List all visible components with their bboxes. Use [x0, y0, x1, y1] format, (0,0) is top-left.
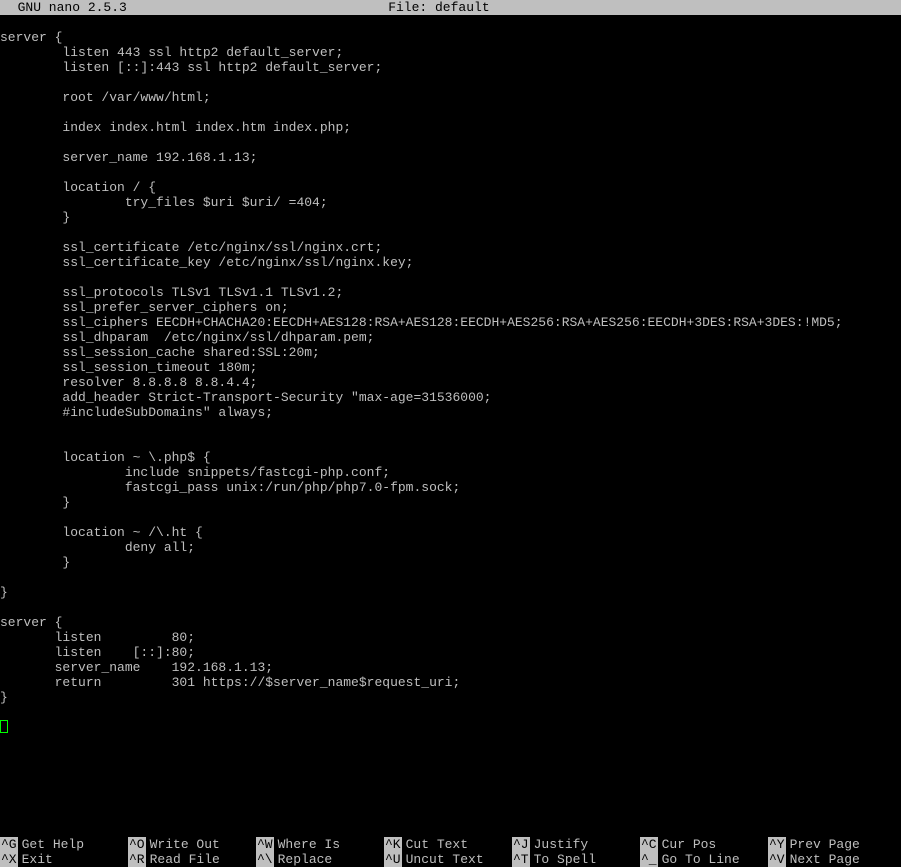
- shortcut-item[interactable]: ^O Write Out: [128, 837, 256, 852]
- cursor-line: [0, 720, 901, 735]
- title-bar: GNU nano 2.5.3 File: default: [0, 0, 901, 15]
- code-line: location ~ /\.ht {: [0, 525, 901, 540]
- code-line: }: [0, 495, 901, 510]
- shortcut-label: Next Page: [790, 852, 860, 867]
- shortcut-item[interactable]: ^C Cur Pos: [640, 837, 768, 852]
- shortcut-label: Read File: [150, 852, 220, 867]
- shortcut-key: ^G: [0, 837, 18, 852]
- code-line: deny all;: [0, 540, 901, 555]
- code-line: index index.html index.htm index.php;: [0, 120, 901, 135]
- code-line: server {: [0, 615, 901, 630]
- shortcut-label: Go To Line: [662, 852, 740, 867]
- code-line: location ~ \.php$ {: [0, 450, 901, 465]
- code-line: ssl_prefer_server_ciphers on;: [0, 300, 901, 315]
- shortcut-item[interactable]: ^X Exit: [0, 852, 128, 867]
- shortcut-row-2: ^X Exit ^R Read File ^\ Replace ^U Uncut Text ^T…: [0, 852, 901, 867]
- code-line: server {: [0, 30, 901, 45]
- shortcut-label: Write Out: [150, 837, 220, 852]
- code-line: }: [0, 690, 901, 705]
- code-line: [0, 270, 901, 285]
- code-line: [0, 600, 901, 615]
- code-line: [0, 420, 901, 435]
- code-line: ssl_protocols TLSv1 TLSv1.1 TLSv1.2;: [0, 285, 901, 300]
- shortcut-item[interactable]: ^R Read File: [128, 852, 256, 867]
- code-line: listen 443 ssl http2 default_server;: [0, 45, 901, 60]
- shortcut-item[interactable]: ^U Uncut Text: [384, 852, 512, 867]
- app-name: GNU nano 2.5.3: [0, 0, 127, 15]
- shortcut-key: ^\: [256, 852, 274, 867]
- cursor: [0, 720, 8, 733]
- shortcut-key: ^O: [128, 837, 146, 852]
- shortcut-label: Justify: [534, 837, 589, 852]
- code-line: [0, 15, 901, 30]
- shortcut-item[interactable]: ^J Justify: [512, 837, 640, 852]
- code-line: [0, 510, 901, 525]
- shortcut-item[interactable]: ^W Where Is: [256, 837, 384, 852]
- code-line: }: [0, 585, 901, 600]
- shortcut-label: Prev Page: [790, 837, 860, 852]
- code-line: include snippets/fastcgi-php.conf;: [0, 465, 901, 480]
- shortcut-key: ^Y: [768, 837, 786, 852]
- file-name: File: default: [127, 0, 751, 15]
- code-line: return 301 https://$server_name$request_…: [0, 675, 901, 690]
- code-line: [0, 135, 901, 150]
- shortcut-item[interactable]: ^Y Prev Page: [768, 837, 896, 852]
- code-line: server_name 192.168.1.13;: [0, 660, 901, 675]
- shortcut-bar: ^G Get Help ^O Write Out ^W Where Is ^K Cut Tex…: [0, 837, 901, 867]
- code-line: [0, 165, 901, 180]
- shortcut-key: ^V: [768, 852, 786, 867]
- code-line: ssl_dhparam /etc/nginx/ssl/dhparam.pem;: [0, 330, 901, 345]
- shortcut-item[interactable]: ^G Get Help: [0, 837, 128, 852]
- code-line: root /var/www/html;: [0, 90, 901, 105]
- code-line: #includeSubDomains" always;: [0, 405, 901, 420]
- shortcut-key: ^W: [256, 837, 274, 852]
- shortcut-label: Replace: [278, 852, 333, 867]
- code-line: [0, 435, 901, 450]
- shortcut-label: Get Help: [22, 837, 84, 852]
- code-line: }: [0, 555, 901, 570]
- title-right: [751, 0, 901, 15]
- shortcut-key: ^X: [0, 852, 18, 867]
- code-line: ssl_ciphers EECDH+CHACHA20:EECDH+AES128:…: [0, 315, 901, 330]
- code-line: listen 80;: [0, 630, 901, 645]
- code-line: [0, 570, 901, 585]
- code-line: resolver 8.8.8.8 8.8.4.4;: [0, 375, 901, 390]
- code-line: try_files $uri $uri/ =404;: [0, 195, 901, 210]
- shortcut-label: Cur Pos: [662, 837, 717, 852]
- shortcut-item[interactable]: ^_ Go To Line: [640, 852, 768, 867]
- shortcut-key: ^_: [640, 852, 658, 867]
- shortcut-item[interactable]: ^\ Replace: [256, 852, 384, 867]
- shortcut-label: Exit: [22, 852, 53, 867]
- shortcut-label: Cut Text: [406, 837, 468, 852]
- code-line: [0, 225, 901, 240]
- code-line: listen [::]:80;: [0, 645, 901, 660]
- code-line: [0, 705, 901, 720]
- code-line: [0, 75, 901, 90]
- shortcut-key: ^U: [384, 852, 402, 867]
- code-line: ssl_session_cache shared:SSL:20m;: [0, 345, 901, 360]
- shortcut-key: ^J: [512, 837, 530, 852]
- shortcut-label: Where Is: [278, 837, 340, 852]
- shortcut-key: ^K: [384, 837, 402, 852]
- shortcut-item[interactable]: ^T To Spell: [512, 852, 640, 867]
- code-line: location / {: [0, 180, 901, 195]
- shortcut-row-1: ^G Get Help ^O Write Out ^W Where Is ^K Cut Tex…: [0, 837, 901, 852]
- shortcut-item[interactable]: ^V Next Page: [768, 852, 896, 867]
- shortcut-label: To Spell: [534, 852, 596, 867]
- code-line: ssl_certificate_key /etc/nginx/ssl/nginx…: [0, 255, 901, 270]
- shortcut-label: Uncut Text: [406, 852, 484, 867]
- shortcut-key: ^C: [640, 837, 658, 852]
- editor-area[interactable]: server { listen 443 ssl http2 default_se…: [0, 15, 901, 810]
- code-line: listen [::]:443 ssl http2 default_server…: [0, 60, 901, 75]
- code-line: ssl_certificate /etc/nginx/ssl/nginx.crt…: [0, 240, 901, 255]
- code-line: fastcgi_pass unix:/run/php/php7.0-fpm.so…: [0, 480, 901, 495]
- code-line: }: [0, 210, 901, 225]
- code-line: add_header Strict-Transport-Security "ma…: [0, 390, 901, 405]
- shortcut-key: ^T: [512, 852, 530, 867]
- code-line: server_name 192.168.1.13;: [0, 150, 901, 165]
- shortcut-item[interactable]: ^K Cut Text: [384, 837, 512, 852]
- code-line: ssl_session_timeout 180m;: [0, 360, 901, 375]
- code-line: [0, 105, 901, 120]
- shortcut-key: ^R: [128, 852, 146, 867]
